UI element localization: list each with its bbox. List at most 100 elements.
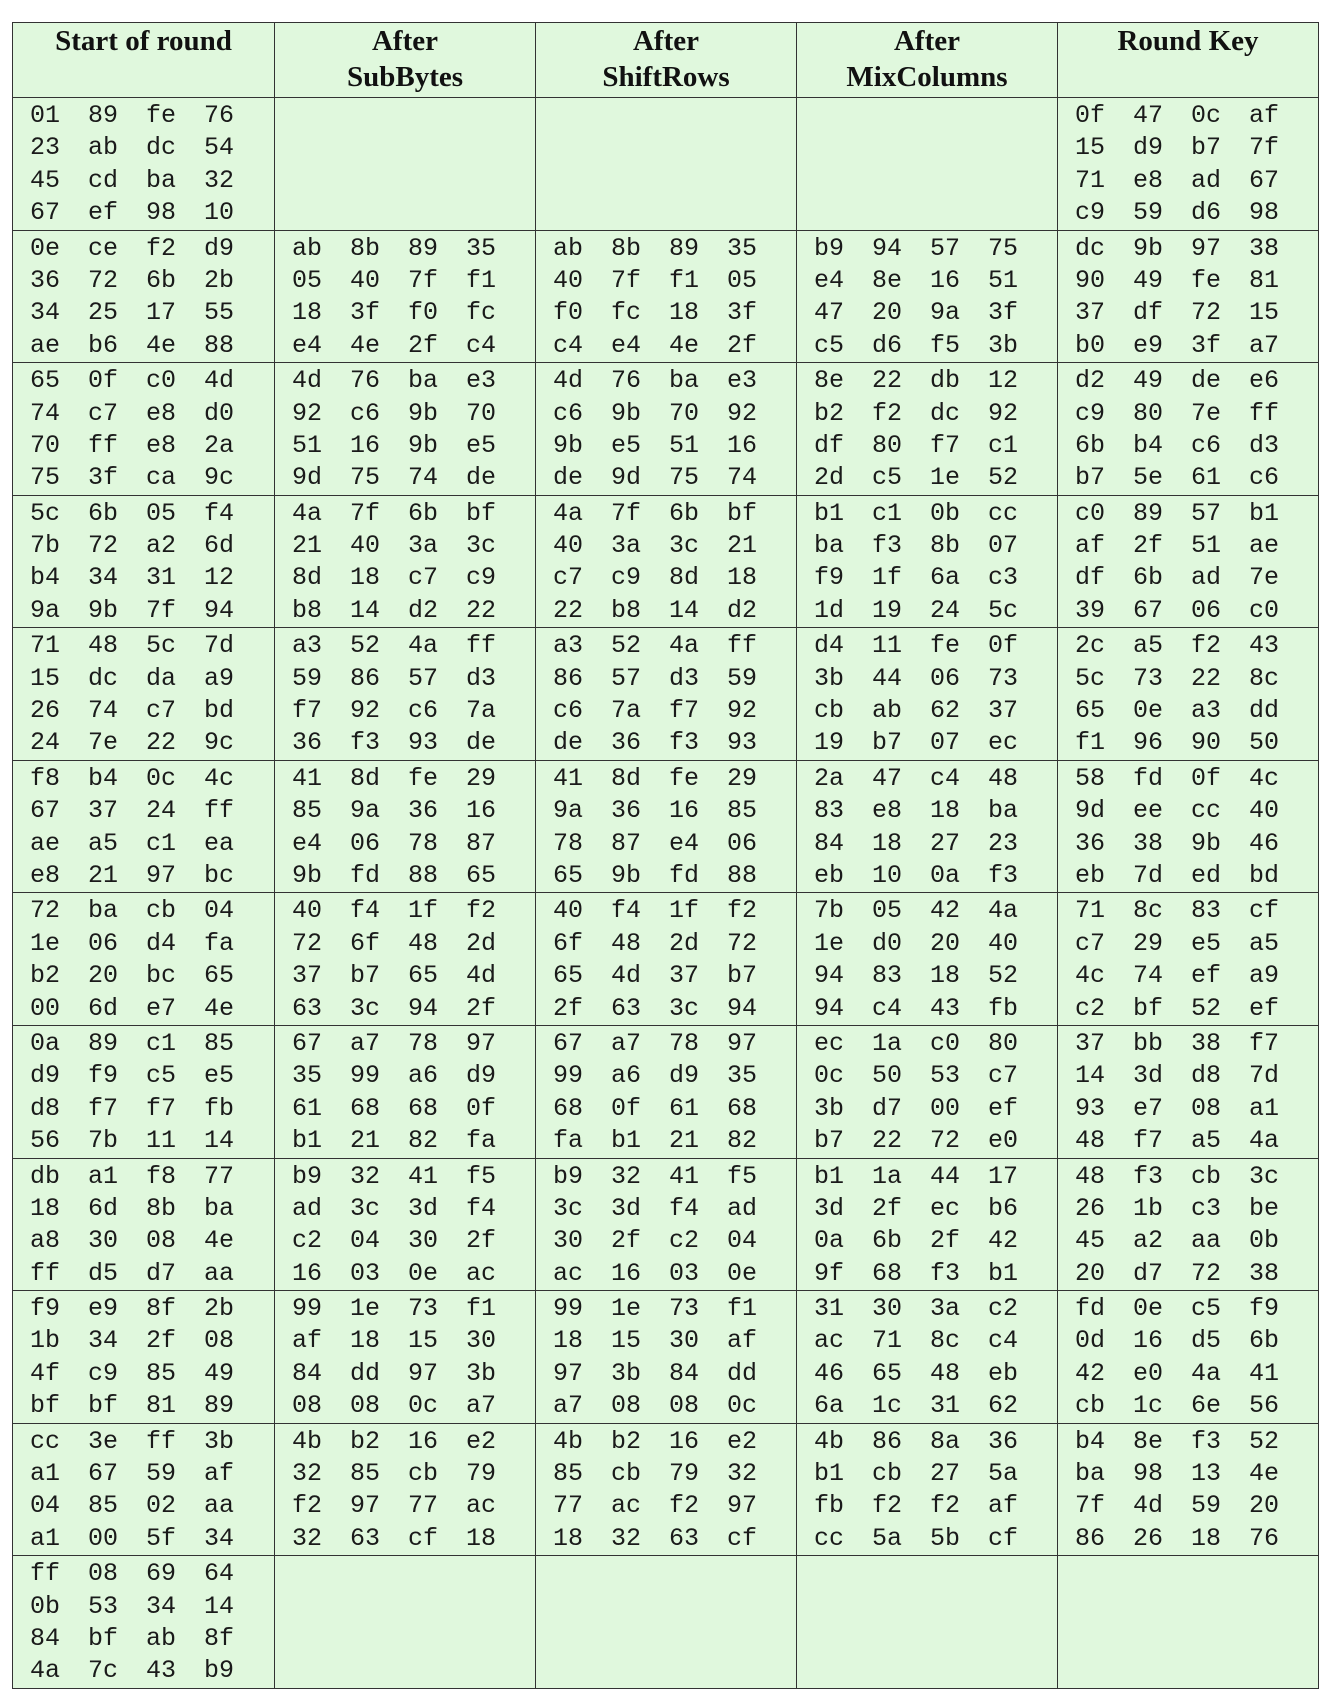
hex-byte: ad: [727, 1193, 758, 1223]
hex-byte: 30: [408, 1226, 439, 1256]
cell-mixcolumns: 8e 22 db 12 b2 f2 dc 92 df 80 f7 c1 2d c5 1e 52: [796, 362, 1058, 496]
hex-byte: ba: [1075, 1459, 1106, 1489]
matrix-row: 18 3f f0 fc: [292, 297, 535, 329]
hex-byte: 48: [88, 631, 119, 661]
state-matrix: f9 e9 8f 2b 1b 34 2f 08 4f c9 85 49 bf bf 81 89: [13, 1291, 274, 1423]
hex-byte: 94: [727, 993, 758, 1023]
matrix-row: 19 b7 07 ec: [814, 727, 1057, 759]
matrix-row: 8d 18 c7 c9: [292, 562, 535, 594]
matrix-row: 6a 1c 31 62: [814, 1390, 1057, 1422]
hex-byte: 2b: [204, 1294, 235, 1324]
matrix-row: 71 8c 83 cf: [1075, 895, 1318, 927]
matrix-row: 40 f4 1f f2: [292, 895, 535, 927]
hex-byte: 78: [553, 828, 584, 858]
hex-byte: 94: [204, 595, 235, 625]
hex-byte: f3: [930, 1258, 961, 1288]
hex-byte: 16: [930, 265, 961, 295]
hex-byte: cc: [30, 1426, 61, 1456]
hex-byte: 31: [146, 563, 177, 593]
hex-byte: 81: [1249, 265, 1280, 295]
hex-byte: 88: [408, 860, 439, 890]
hex-byte: 8e: [1133, 1426, 1164, 1456]
matrix-row: 1b 34 2f 08: [30, 1325, 274, 1357]
hex-byte: 26: [30, 696, 61, 726]
hex-byte: 6d: [204, 531, 235, 561]
hex-byte: 14: [204, 1591, 235, 1621]
hex-byte: 4e: [204, 1226, 235, 1256]
matrix-row: b8 14 d2 22: [292, 595, 535, 627]
hex-byte: 89: [408, 233, 439, 263]
state-matrix: 58 fd 0f 4c 9d ee cc 40 36 38 9b 46 eb 7d ed bd: [1058, 761, 1318, 893]
hex-byte: df: [1133, 298, 1164, 328]
matrix-row: c2 bf 52 ef: [1075, 993, 1318, 1025]
hex-byte: 3d: [814, 1193, 845, 1223]
hex-byte: a7: [1249, 330, 1280, 360]
cell-subbytes: ab 8b 89 35 05 40 7f f1 18 3f f0 fc e4 4e 2f c4: [274, 229, 536, 364]
hex-byte: ad: [1191, 563, 1222, 593]
hex-byte: a5: [1191, 1126, 1222, 1156]
hex-byte: 75: [988, 233, 1019, 263]
hex-byte: d6: [1191, 198, 1222, 228]
hex-byte: ba: [88, 896, 119, 926]
hex-byte: 20: [88, 961, 119, 991]
state-matrix: b1 1a 44 17 3d 2f ec b6 0a 6b 2f 42 9f 68 f3 b1: [797, 1159, 1057, 1291]
hex-byte: 01: [30, 101, 61, 130]
state-matrix: 48 f3 cb 3c 26 1b c3 be 45 a2 aa 0b 20 d7 72 38: [1058, 1159, 1318, 1291]
hex-byte: 40: [553, 265, 584, 295]
matrix-row: 45 cd ba 32: [30, 165, 274, 197]
hex-byte: 90: [1075, 265, 1106, 295]
hex-byte: e5: [611, 430, 642, 460]
hex-byte: 8c: [1249, 663, 1280, 693]
hex-byte: 63: [292, 993, 323, 1023]
hex-byte: 93: [1075, 1093, 1106, 1123]
hex-byte: f3: [1133, 1161, 1164, 1191]
hex-byte: 52: [988, 961, 1019, 991]
hex-byte: 44: [872, 663, 903, 693]
hex-byte: 18: [1191, 1523, 1222, 1553]
hex-byte: 16: [1133, 1326, 1164, 1356]
hex-byte: 3d: [1133, 1061, 1164, 1091]
cell-start: cc 3e ff 3b a1 67 59 af 04 85 02 aa a1 00 5f 34: [12, 1422, 275, 1557]
cell-start: 0e ce f2 d9 36 72 6b 2b 34 25 17 55 ae b6 4e 88: [12, 229, 275, 364]
hex-byte: 75: [30, 463, 61, 493]
hex-byte: 7b: [30, 531, 61, 561]
matrix-row: 99 1e 73 f1: [292, 1293, 535, 1325]
hex-byte: c2: [669, 1226, 700, 1256]
hex-byte: 48: [1075, 1161, 1106, 1191]
hex-byte: a2: [1133, 1226, 1164, 1256]
matrix-row: 0b 53 34 14: [30, 1591, 274, 1623]
matrix-row: 2f 63 3c 94: [553, 993, 796, 1025]
hex-byte: 1c: [1133, 1391, 1164, 1421]
hex-byte: 83: [872, 961, 903, 991]
hex-byte: ab: [146, 1623, 177, 1653]
hex-byte: 38: [1191, 1028, 1222, 1058]
hex-byte: fd: [350, 860, 381, 890]
matrix-row: 41 8d fe 29: [292, 763, 535, 795]
hex-byte: 5c: [30, 498, 61, 528]
hex-byte: f9: [1249, 1294, 1280, 1324]
hex-byte: 12: [204, 563, 235, 593]
hex-byte: 6b: [872, 1226, 903, 1256]
hex-byte: 88: [727, 860, 758, 890]
hex-byte: fe: [930, 631, 961, 661]
hex-byte: 23: [988, 828, 1019, 858]
matrix-row: 48 f7 a5 4a: [1075, 1125, 1318, 1157]
hex-byte: 49: [1133, 366, 1164, 396]
matrix-row: 7b 72 a2 6d: [30, 530, 274, 562]
cell-mixcolumns: 2a 47 c4 48 83 e8 18 ba 84 18 27 23 eb 10 0a f3: [796, 759, 1058, 894]
hex-byte: f8: [146, 1161, 177, 1191]
hex-byte: e2: [466, 1426, 497, 1456]
state-matrix: 41 8d fe 29 85 9a 36 16 e4 06 78 87 9b fd 88 65: [275, 761, 535, 893]
matrix-row: c9 59 d6 98: [1075, 197, 1318, 229]
matrix-row: eb 10 0a f3: [814, 860, 1057, 892]
hex-byte: ec: [988, 728, 1019, 758]
state-matrix: b4 8e f3 52 ba 98 13 4e 7f 4d 59 20 86 26 18 76: [1058, 1424, 1318, 1556]
cell-shiftrows: 4d 76 ba e3 c6 9b 70 92 9b e5 51 16 de 9d 75 74: [535, 362, 797, 496]
state-matrix: 67 a7 78 97 35 99 a6 d9 61 68 68 0f b1 21 82 fa: [275, 1026, 535, 1158]
hex-byte: 18: [553, 1523, 584, 1553]
hex-byte: ff: [1249, 398, 1280, 428]
matrix-row: a7 08 08 0c: [553, 1390, 796, 1422]
hex-byte: 99: [292, 1294, 323, 1324]
hex-byte: 50: [872, 1061, 903, 1091]
hex-byte: 5c: [1075, 663, 1106, 693]
